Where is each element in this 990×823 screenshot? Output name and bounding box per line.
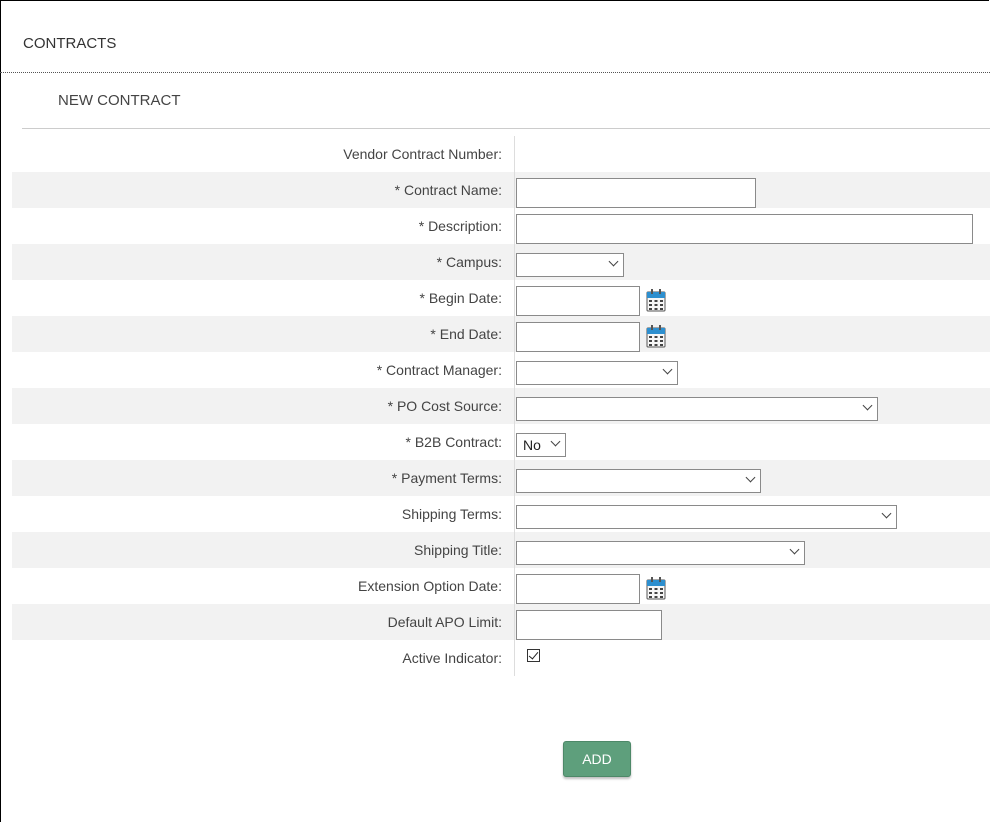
- description-input[interactable]: [516, 214, 973, 244]
- column-divider: [514, 316, 515, 352]
- vendor-contract-number-label: Vendor Contract Number:: [343, 146, 502, 162]
- default-apo-limit-input[interactable]: [516, 610, 662, 640]
- new-contract-form: Vendor Contract Number: * Contract Name:…: [12, 136, 990, 676]
- column-divider: [514, 136, 515, 172]
- chevron-down-icon: [881, 508, 892, 519]
- default-apo-limit-field-wrap: [516, 610, 662, 640]
- form-row-vendor-contract-number: Vendor Contract Number:: [12, 136, 990, 172]
- end-date-input[interactable]: [516, 322, 640, 352]
- chevron-down-icon: [789, 544, 800, 555]
- page-title: CONTRACTS: [23, 35, 117, 52]
- campus-field-wrap: [516, 250, 624, 280]
- default-apo-limit-label: Default APO Limit:: [387, 614, 502, 630]
- column-divider: [514, 460, 515, 496]
- column-divider: [514, 532, 515, 568]
- section-title: NEW CONTRACT: [58, 92, 181, 109]
- shipping-title-label: Shipping Title:: [414, 542, 502, 558]
- calendar-icon[interactable]: [646, 288, 666, 312]
- extension-option-date-label: Extension Option Date:: [358, 578, 502, 594]
- b2b-contract-label: * B2B Contract:: [405, 434, 503, 450]
- description-label: * Description:: [418, 218, 502, 234]
- column-divider: [514, 388, 515, 424]
- shipping-terms-field-wrap: [516, 502, 897, 532]
- contract-manager-select[interactable]: [516, 361, 678, 385]
- column-divider: [514, 280, 515, 316]
- contract-manager-label: * Contract Manager:: [376, 362, 502, 378]
- form-row-shipping-title: Shipping Title:: [12, 532, 990, 568]
- column-divider: [514, 244, 515, 280]
- contract-name-field-wrap: [516, 178, 756, 208]
- end-date-label: * End Date:: [430, 326, 502, 342]
- b2b-contract-select[interactable]: No: [516, 433, 566, 457]
- chevron-down-icon: [662, 364, 673, 375]
- campus-select[interactable]: [516, 253, 624, 277]
- form-row-active-indicator: Active Indicator:: [12, 640, 990, 676]
- checkmark-icon: [528, 649, 539, 660]
- begin-date-field-wrap: [516, 286, 666, 316]
- shipping-terms-select[interactable]: [516, 505, 897, 529]
- chevron-down-icon: [550, 436, 561, 447]
- form-row-end-date: * End Date:: [12, 316, 990, 352]
- payment-terms-label: * Payment Terms:: [391, 470, 502, 486]
- column-divider: [514, 352, 515, 388]
- b2b-contract-field-wrap: No: [516, 430, 566, 460]
- form-row-extension-option-date: Extension Option Date:: [12, 568, 990, 604]
- chevron-down-icon: [862, 400, 873, 411]
- form-row-default-apo-limit: Default APO Limit:: [12, 604, 990, 640]
- form-row-contract-name: * Contract Name:: [12, 172, 990, 208]
- page-header: CONTRACTS: [0, 0, 990, 73]
- form-row-b2b-contract: * B2B Contract: No: [12, 424, 990, 460]
- column-divider: [514, 496, 515, 532]
- chevron-down-icon: [608, 256, 619, 267]
- form-row-shipping-terms: Shipping Terms:: [12, 496, 990, 532]
- form-row-begin-date: * Begin Date:: [12, 280, 990, 316]
- calendar-icon[interactable]: [646, 576, 666, 600]
- description-field-wrap: [516, 214, 973, 244]
- campus-label: * Campus:: [436, 254, 502, 270]
- shipping-terms-label: Shipping Terms:: [401, 506, 502, 522]
- payment-terms-field-wrap: [516, 466, 761, 496]
- begin-date-label: * Begin Date:: [419, 290, 503, 306]
- column-divider: [514, 604, 515, 640]
- b2b-contract-select-value: No: [523, 437, 541, 453]
- column-divider: [514, 208, 515, 244]
- contract-name-input[interactable]: [516, 178, 756, 208]
- po-cost-source-select[interactable]: [516, 397, 878, 421]
- po-cost-source-field-wrap: [516, 394, 878, 424]
- chevron-down-icon: [745, 472, 756, 483]
- shipping-title-field-wrap: [516, 538, 805, 568]
- payment-terms-select[interactable]: [516, 469, 761, 493]
- add-button[interactable]: ADD: [563, 741, 631, 777]
- section-divider: [22, 128, 990, 129]
- po-cost-source-label: * PO Cost Source:: [387, 398, 502, 414]
- shipping-title-select[interactable]: [516, 541, 805, 565]
- contract-name-label: * Contract Name:: [394, 182, 502, 198]
- active-indicator-label: Active Indicator:: [402, 650, 502, 666]
- column-divider: [514, 172, 515, 208]
- form-row-campus: * Campus:: [12, 244, 990, 280]
- form-row-contract-manager: * Contract Manager:: [12, 352, 990, 388]
- end-date-field-wrap: [516, 322, 666, 352]
- contract-manager-field-wrap: [516, 358, 678, 388]
- extension-option-date-input[interactable]: [516, 574, 640, 604]
- form-row-payment-terms: * Payment Terms:: [12, 460, 990, 496]
- form-row-description: * Description:: [12, 208, 990, 244]
- calendar-icon[interactable]: [646, 324, 666, 348]
- column-divider: [514, 640, 515, 676]
- active-indicator-checkbox[interactable]: [527, 649, 540, 662]
- begin-date-input[interactable]: [516, 286, 640, 316]
- column-divider: [514, 568, 515, 604]
- column-divider: [514, 424, 515, 460]
- form-row-po-cost-source: * PO Cost Source:: [12, 388, 990, 424]
- extension-option-date-field-wrap: [516, 574, 666, 604]
